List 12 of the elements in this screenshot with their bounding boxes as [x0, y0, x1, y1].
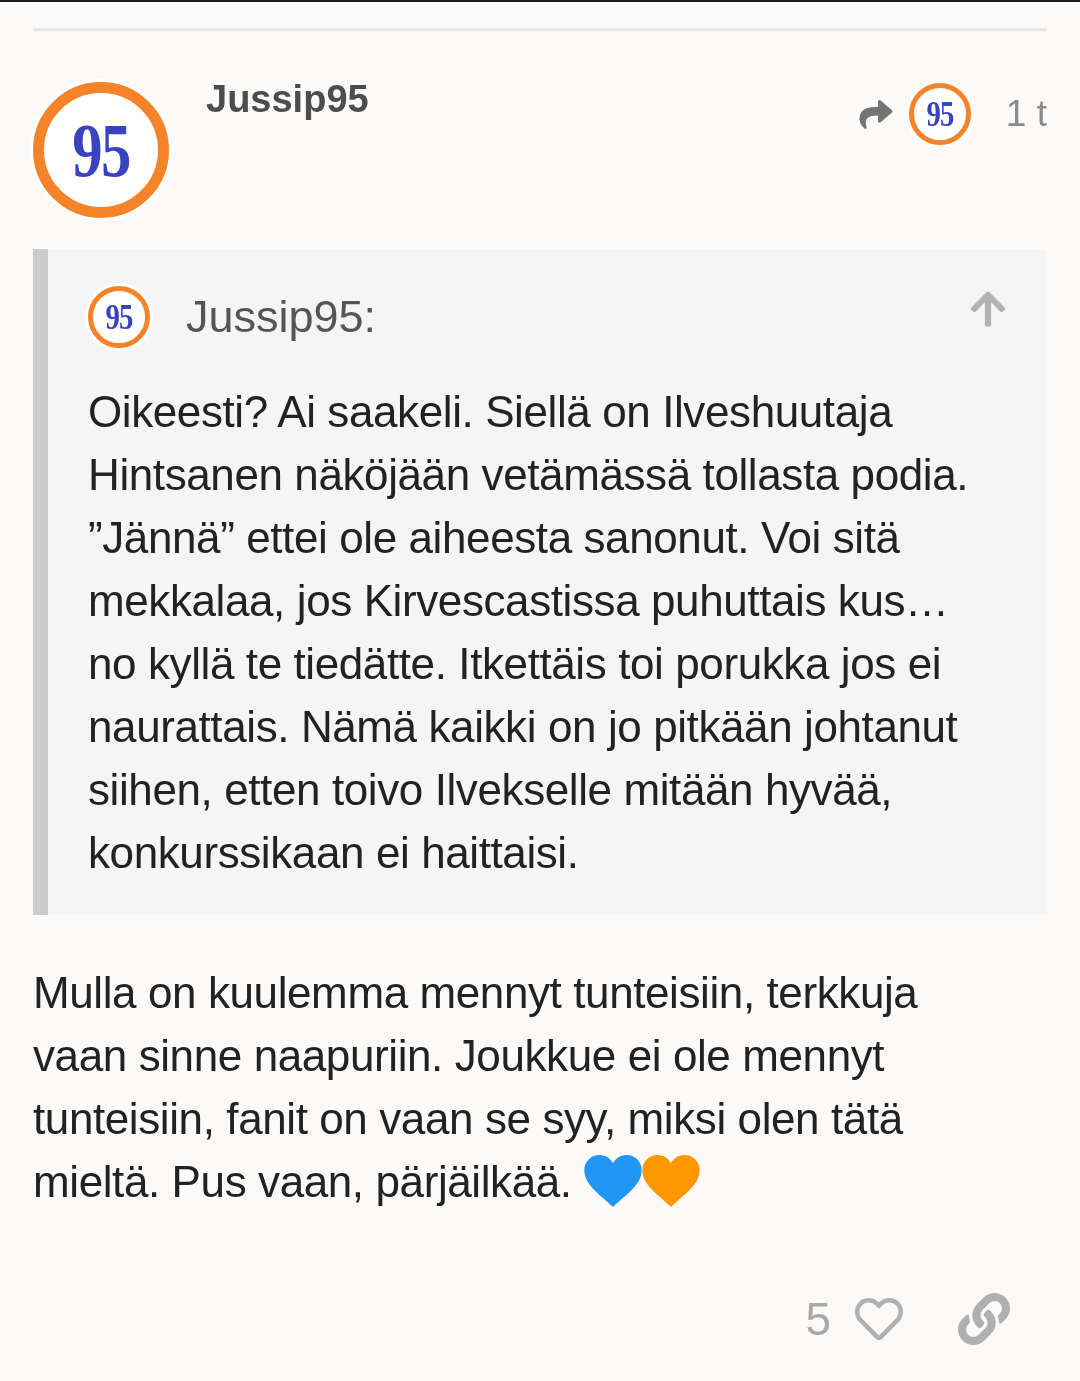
share-link-button[interactable]: [958, 1293, 1010, 1345]
avatar[interactable]: 95: [88, 286, 150, 348]
link-icon: [958, 1293, 1010, 1345]
avatar[interactable]: 95: [33, 82, 169, 218]
like-button[interactable]: [853, 1295, 905, 1343]
avatar[interactable]: 95: [908, 83, 971, 145]
username-link[interactable]: Jussip95: [206, 78, 369, 120]
quote-text: Oikeesti? Ai saakeli. Siellä on Ilveshuutaja Hintsanen näköjään vetämässä tollasta podia. ”Jännä” ettei ole aiheesta sanonut. Voi sitä mekkalaa, jos Kirvescastissa puhuttais kus… no kyllä te tiedätte. Itkettäis toi porukka jos ei naurattais. Nämä kaikki on jo pitkään johtanut siihen, etten toivo Ilvekselle mitään hyvää, konkurssikaan ei haittaisi.: [88, 386, 970, 879]
quote-author: Jussip95:: [186, 291, 377, 343]
heart-icon: [853, 1295, 905, 1343]
up-arrow-icon[interactable]: [969, 289, 1007, 329]
post-text: Mulla on kuulemma mennyt tunteisiin, terkkuja vaan sinne naapuriin. Joukkue ei ole mennyt tunteisiin, fanit on vaan se syy, miksi olen tätä mieltä. Pus vaan, pärjäilkää.: [33, 968, 918, 1206]
